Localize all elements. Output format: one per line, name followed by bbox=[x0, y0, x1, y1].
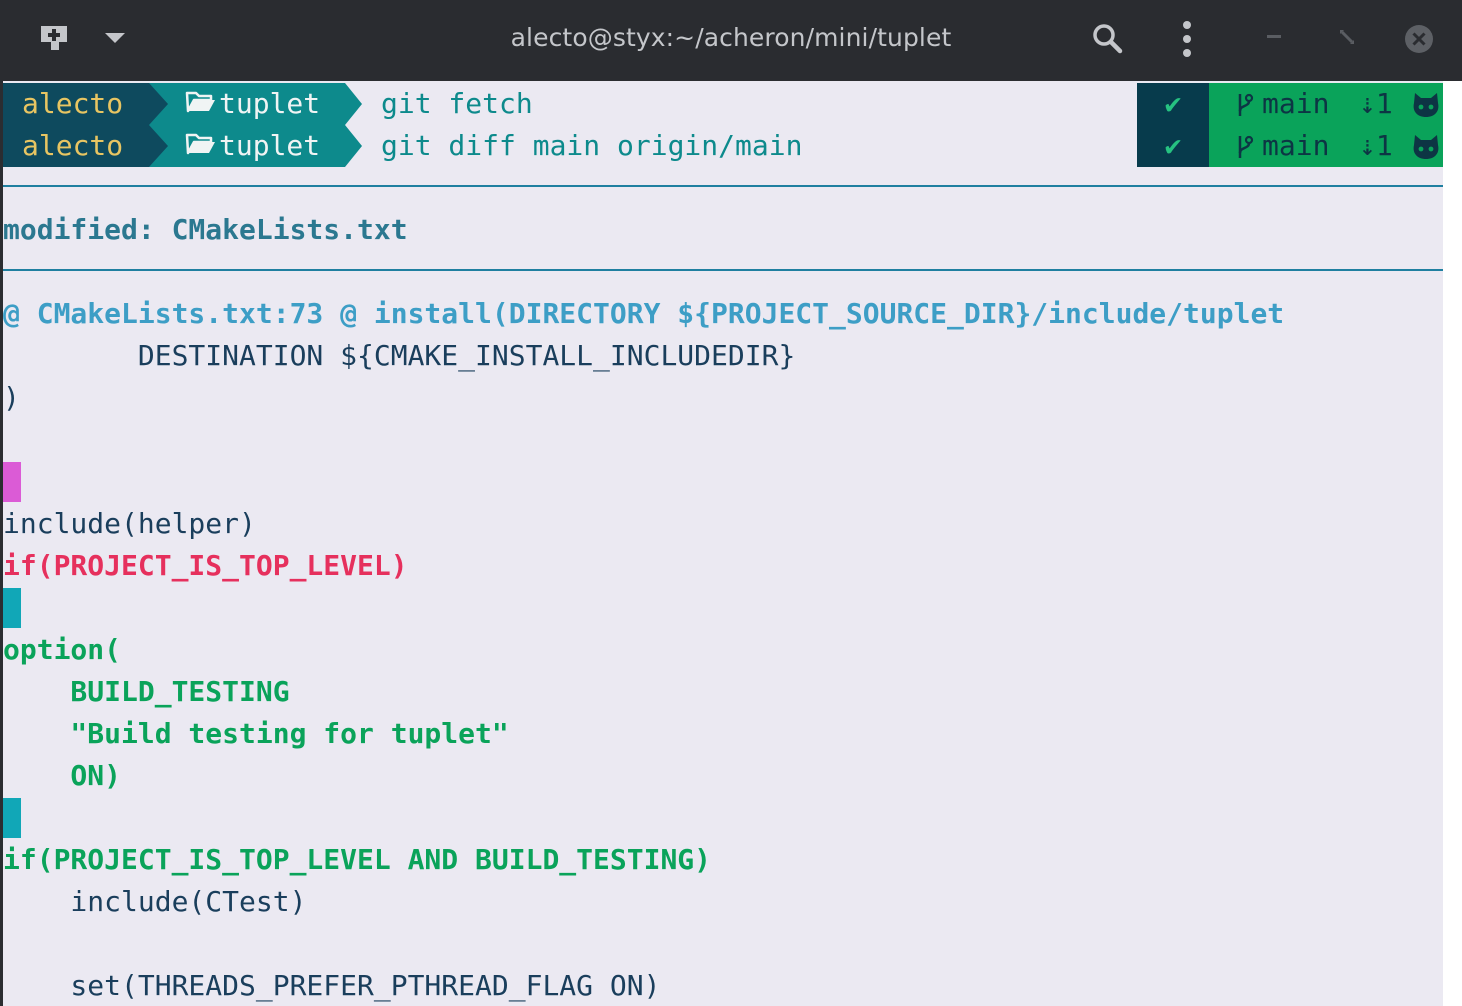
window-title: alecto@styx:~/acheron/mini/tuplet bbox=[510, 23, 952, 52]
addition-marker bbox=[3, 798, 21, 838]
diff-file-header: modified: CMakeLists.txt bbox=[3, 213, 408, 246]
diff-divider bbox=[3, 269, 1443, 271]
branch-icon bbox=[1238, 93, 1254, 116]
diff-line: include(helper) bbox=[3, 507, 256, 540]
branch-name: main bbox=[1262, 129, 1330, 162]
scrollbar-track[interactable] bbox=[1443, 81, 1462, 1006]
prompt-user: alecto bbox=[3, 125, 149, 167]
behind-count: ⇣1 bbox=[1359, 87, 1393, 120]
folder-icon bbox=[185, 91, 215, 113]
diff-divider bbox=[3, 185, 1443, 187]
status-check: ✔ bbox=[1137, 83, 1209, 125]
addition-marker bbox=[3, 588, 21, 628]
prompt-line: alecto tuplet git diff main origin/main … bbox=[3, 125, 1443, 167]
diff-line: option( bbox=[3, 633, 122, 666]
maximize-icon[interactable] bbox=[1338, 28, 1356, 46]
github-cat-icon bbox=[1413, 135, 1439, 159]
prompt-directory: tuplet bbox=[149, 125, 345, 167]
diff-line: ) bbox=[3, 381, 20, 414]
prompt-separator bbox=[345, 125, 362, 167]
prompt-user: alecto bbox=[3, 83, 149, 125]
behind-count: ⇣1 bbox=[1359, 129, 1393, 162]
prompt-separator bbox=[149, 83, 168, 125]
diff-line: if(PROJECT_IS_TOP_LEVEL AND BUILD_TESTIN… bbox=[3, 843, 712, 876]
prompt-separator bbox=[345, 83, 362, 125]
git-status-segment: main ⇣1 bbox=[1209, 125, 1443, 167]
search-icon[interactable] bbox=[1092, 23, 1124, 55]
diff-line: "Build testing for tuplet" bbox=[3, 717, 509, 750]
close-icon[interactable] bbox=[1404, 24, 1434, 54]
folder-icon bbox=[185, 133, 215, 155]
prompt-command: git diff main origin/main bbox=[381, 129, 803, 162]
diff-line: if(PROJECT_IS_TOP_LEVEL) bbox=[3, 549, 408, 582]
prompt-separator bbox=[149, 125, 168, 167]
diff-hunk-header: @ CMakeLists.txt:73 @ install(DIRECTORY … bbox=[3, 297, 1285, 330]
branch-name: main bbox=[1262, 87, 1330, 120]
title-bar: alecto@styx:~/acheron/mini/tuplet bbox=[0, 0, 1462, 80]
deletion-marker bbox=[3, 462, 21, 502]
branch-icon bbox=[1238, 135, 1254, 158]
git-status-segment: main ⇣1 bbox=[1209, 83, 1443, 125]
diff-line: DESTINATION ${CMAKE_INSTALL_INCLUDEDIR} bbox=[3, 339, 796, 372]
github-cat-icon bbox=[1413, 93, 1439, 117]
prompt-line: alecto tuplet git fetch ✔ main ⇣1 bbox=[3, 83, 1443, 125]
kebab-menu-icon[interactable] bbox=[1180, 20, 1194, 58]
status-check: ✔ bbox=[1137, 125, 1209, 167]
prompt-command: git fetch bbox=[381, 87, 533, 120]
minimize-icon[interactable] bbox=[1266, 34, 1282, 40]
prompt-directory: tuplet bbox=[149, 83, 345, 125]
terminal-view[interactable]: alecto tuplet git fetch ✔ main ⇣1 alecto… bbox=[3, 81, 1443, 1006]
prompt-dir-label: tuplet bbox=[219, 129, 321, 162]
prompt-dir-label: tuplet bbox=[219, 87, 321, 120]
diff-line: set(THREADS_PREFER_PTHREAD_FLAG ON) bbox=[3, 969, 661, 1002]
diff-line: BUILD_TESTING bbox=[3, 675, 290, 708]
diff-line: include(CTest) bbox=[3, 885, 307, 918]
diff-line: ON) bbox=[3, 759, 122, 792]
